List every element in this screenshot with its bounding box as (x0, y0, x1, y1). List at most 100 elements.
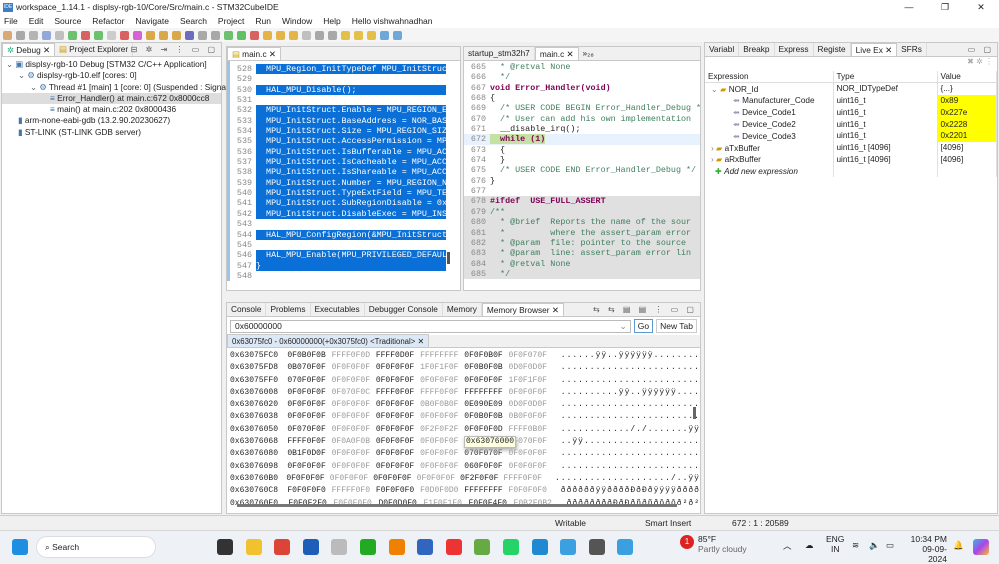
memory-word[interactable]: 0F0F0F0F (287, 461, 331, 473)
menu-navigate[interactable]: Navigate (135, 16, 169, 26)
tab-variabl[interactable]: Variabl (705, 43, 739, 56)
toolbar-button-icon[interactable] (133, 31, 142, 40)
toolbar-button-icon[interactable] (81, 31, 90, 40)
memory-word[interactable]: 0B1F0D0F (287, 448, 331, 460)
memory-word[interactable]: 0F0F0F0F (464, 375, 508, 387)
memory-word[interactable]: 0F2F0F0F (460, 473, 503, 485)
expression-row[interactable]: › ▰ aTxBufferuint16_t [4096][4096] (705, 142, 997, 154)
toolbar-button-icon[interactable] (393, 31, 402, 40)
new-tab-button[interactable]: New Tab (656, 319, 697, 333)
tree-item-elf-process[interactable]: ⌄ ⚙ displsy-rgb-10.elf [cores: 0] (2, 70, 221, 81)
toolbar-button-icon[interactable] (198, 31, 207, 40)
toolbar-button-icon[interactable] (107, 31, 116, 40)
toolbar-button-icon[interactable] (94, 31, 103, 40)
toolbar-button-icon[interactable] (120, 31, 129, 40)
memory-word[interactable]: FFFF0F0F (504, 473, 547, 485)
chevron-down-icon[interactable]: ⌄ (620, 321, 627, 332)
memory-word[interactable]: 0F0F0F0F (332, 362, 376, 374)
tab-debugger-console[interactable]: Debugger Console (365, 303, 443, 316)
memory-word[interactable]: 0F0A0F0B (332, 436, 376, 448)
memory-word[interactable]: 0F0F0F0F (509, 461, 553, 473)
view-controls[interactable]: ⊟ ✲ ⇥ ⋮ ▭ ▢ (131, 45, 218, 54)
memory-word[interactable]: 0F0F0F0F (332, 448, 376, 460)
copilot-icon[interactable] (973, 539, 989, 555)
memory-word[interactable]: 0F0F0F0F (376, 461, 420, 473)
toolbar-button-icon[interactable] (159, 31, 168, 40)
expression-row[interactable]: › ▰ aRxBufferuint16_t [4096][4096] (705, 154, 997, 166)
memory-word[interactable]: 0F0B0F0B (287, 350, 331, 362)
toolbar-button-icon[interactable] (380, 31, 389, 40)
memory-word[interactable]: 0F0F0F0F (332, 411, 376, 423)
menu-search[interactable]: Search (180, 16, 207, 26)
taskbar-store-icon[interactable] (303, 539, 319, 555)
taskbar-terminal-icon[interactable] (360, 539, 376, 555)
tab-breakp[interactable]: Breakp (739, 43, 774, 56)
memory-word[interactable]: 0F0F0F0F (287, 399, 331, 411)
toolbar-button-icon[interactable] (263, 31, 272, 40)
memory-word[interactable]: FFFF0F0F (420, 387, 464, 399)
toolbar-button-icon[interactable] (367, 31, 376, 40)
memory-word[interactable]: 0F0F0F0F (420, 448, 464, 460)
tab-main-c-2[interactable]: main.c ✕ (535, 47, 579, 60)
toolbar-button-icon[interactable] (237, 31, 246, 40)
memory-word[interactable]: FFFF0F0D (332, 350, 376, 362)
memory-word[interactable]: 0F0F0F0F (373, 473, 416, 485)
tab-live-ex[interactable]: Live Ex ✕ (851, 43, 897, 56)
menu-help[interactable]: Help (323, 16, 340, 26)
chevron-down-icon[interactable]: ⌄ (18, 70, 27, 80)
memory-word[interactable]: 070F070F (464, 448, 508, 460)
weather-widget[interactable]: 85°FPartly cloudy (698, 534, 747, 554)
memory-word[interactable]: 0F0F0F0F (376, 448, 420, 460)
tab-rendering[interactable]: 0x63075fc0 - 0x60000000(+0x3075fc0) <Tra… (227, 334, 429, 347)
tab-console[interactable]: Console (227, 303, 266, 316)
taskbar-stm32cubeide-icon[interactable] (560, 539, 576, 555)
toolbar-button-icon[interactable] (289, 31, 298, 40)
menu-project[interactable]: Project (218, 16, 244, 26)
memory-word[interactable]: 0F0F0F0F (286, 473, 329, 485)
tree-item-gdb-process[interactable]: ▮ arm-none-eabi-gdb (13.2.90.20230627) (2, 115, 221, 126)
toolbar-button-icon[interactable] (315, 31, 324, 40)
memory-word[interactable]: 060F0F0F (464, 461, 508, 473)
toolbar-button-icon[interactable] (276, 31, 285, 40)
tab-registe[interactable]: Registe (814, 43, 851, 56)
memory-word[interactable]: F0D0F0D0 (420, 485, 464, 497)
taskbar-task-view-icon[interactable] (217, 539, 233, 555)
value-cell[interactable]: 0x89 (937, 95, 997, 107)
toolbar-button-icon[interactable] (250, 31, 259, 40)
memory-word[interactable]: 0F0F0F0F (332, 399, 376, 411)
battery-icon[interactable]: ▭ (886, 540, 894, 551)
expression-row[interactable]: ⌄ ▰ NOR_IdNOR_IDTypeDef{...} (705, 83, 997, 95)
menu-refactor[interactable]: Refactor (92, 16, 124, 26)
memory-word[interactable]: FFFF0F0F (376, 387, 420, 399)
taskbar-file-explorer-icon[interactable] (246, 539, 262, 555)
memory-word[interactable]: FFFF0F0F (287, 436, 331, 448)
memory-word[interactable]: 0F2F0F2F (420, 424, 464, 436)
more-tabs[interactable]: »₂₈ (579, 47, 598, 60)
memory-word[interactable]: FFFF0D0F (376, 350, 420, 362)
wifi-icon[interactable]: ≋ (852, 540, 859, 551)
memory-word[interactable]: 0F0F0F0F (417, 473, 460, 485)
memory-word[interactable]: 070F0F0F (287, 375, 331, 387)
menu-edit[interactable]: Edit (29, 16, 44, 26)
tree-item-stack-frame-error-handler[interactable]: ≡ Error_Handler() at main.c:672 0x8000cc… (2, 93, 221, 104)
add-expression-row[interactable]: ✚ Add new expression (705, 165, 997, 177)
memory-word[interactable]: 0B0F0F0F (509, 411, 553, 423)
memory-word[interactable]: F0F0F0F0 (376, 485, 420, 497)
memory-word[interactable]: 0F0F0F0F (332, 424, 376, 436)
view-toolbar[interactable]: ✖ ✲ ⋮ (705, 57, 997, 71)
taskbar-app-icon[interactable] (417, 539, 433, 555)
expression-row[interactable]: ⇴ Device_Code3uint16_t0x2201 (705, 130, 997, 142)
memory-word[interactable]: 0F0F0B0F (464, 350, 508, 362)
memory-word[interactable]: FFFFFFFF (420, 350, 464, 362)
memory-word[interactable]: 0F0F0F0F (376, 399, 420, 411)
taskbar-notepad-icon[interactable] (474, 539, 490, 555)
memory-grid[interactable]: 0x63075FC00F0B0F0BFFFF0F0DFFFF0D0FFFFFFF… (227, 348, 700, 510)
tab-memory[interactable]: Memory (443, 303, 482, 316)
toolbar-button-icon[interactable] (185, 31, 194, 40)
chevron-down-icon[interactable]: ⌄ (30, 82, 39, 92)
toolbar-button-icon[interactable] (354, 31, 363, 40)
tab-project-explorer[interactable]: ▤ Project Explorer (55, 43, 133, 56)
clock[interactable]: 10:34 PM09-09-2024 (905, 534, 947, 564)
memory-word[interactable]: 0F0F0F0F (376, 424, 420, 436)
toolbar-button-icon[interactable] (55, 31, 64, 40)
